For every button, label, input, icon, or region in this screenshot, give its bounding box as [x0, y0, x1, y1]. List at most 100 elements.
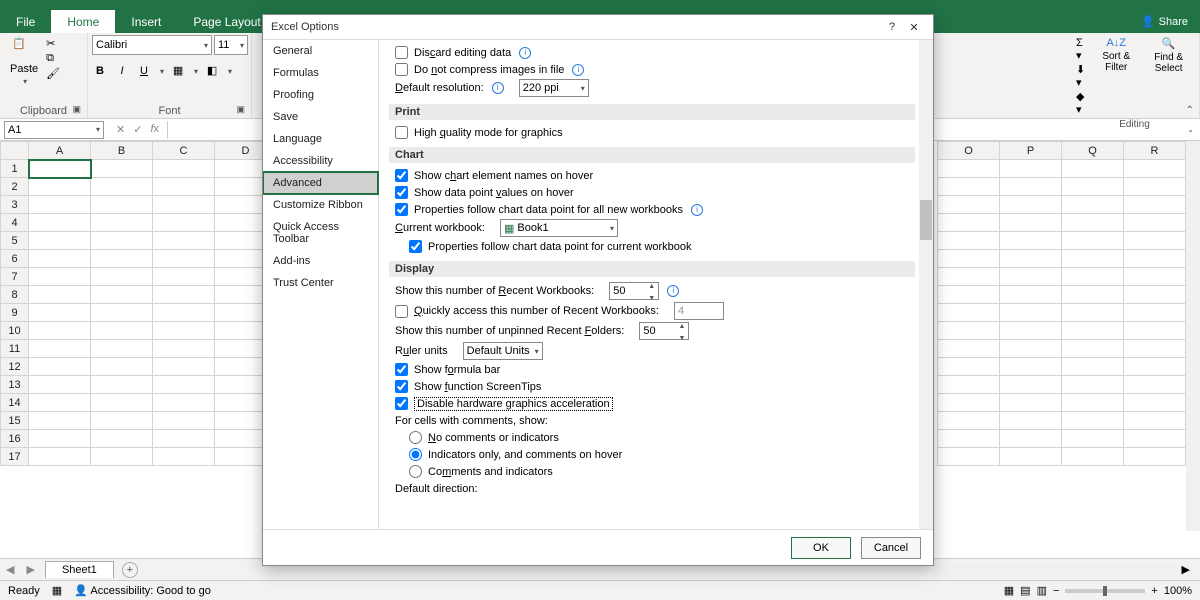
col-header[interactable]: O: [938, 142, 1000, 160]
cancel-button[interactable]: Cancel: [861, 537, 921, 559]
col-header[interactable]: P: [1000, 142, 1062, 160]
ok-button[interactable]: OK: [791, 537, 851, 559]
comments-indicators-radio[interactable]: [409, 448, 422, 461]
close-button[interactable]: ✕: [903, 21, 925, 34]
options-nav-general[interactable]: General: [263, 40, 378, 62]
options-nav-trust-center[interactable]: Trust Center: [263, 272, 378, 294]
name-box[interactable]: A1▾: [4, 121, 104, 139]
font-name-combo[interactable]: Calibri▾: [92, 35, 212, 55]
comments-none-radio[interactable]: [409, 431, 422, 444]
recent-workbooks-spinner[interactable]: 50▲▼: [609, 282, 659, 300]
ruler-units-select[interactable]: Default Units▾: [463, 342, 543, 360]
chart-props-all-checkbox[interactable]: [395, 203, 408, 216]
fill-color-button[interactable]: ◧: [204, 63, 220, 79]
options-nav-formulas[interactable]: Formulas: [263, 62, 378, 84]
chart-hover-checkbox[interactable]: [395, 169, 408, 182]
underline-button[interactable]: U: [136, 63, 152, 79]
collapse-ribbon-icon[interactable]: ⌃: [1186, 105, 1194, 116]
options-nav-quick-access-toolbar[interactable]: Quick Access Toolbar: [263, 216, 378, 250]
font-size-combo[interactable]: 11▾: [214, 35, 248, 55]
tab-file[interactable]: File: [0, 10, 51, 33]
options-nav-proofing[interactable]: Proofing: [263, 84, 378, 106]
dialog-scrollbar[interactable]: [919, 40, 933, 529]
sheet-nav-next[interactable]: ▶: [20, 563, 40, 576]
current-workbook-select[interactable]: ▦ Book1▾: [500, 219, 618, 237]
col-header[interactable]: R: [1124, 142, 1186, 160]
autosum-icon[interactable]: Σ ▾: [1076, 37, 1088, 62]
search-icon: 🔍: [1162, 37, 1176, 50]
info-icon[interactable]: i: [572, 64, 584, 76]
options-nav-customize-ribbon[interactable]: Customize Ribbon: [263, 194, 378, 216]
cell[interactable]: [29, 160, 91, 178]
share-button[interactable]: 👤 Share: [1129, 10, 1200, 33]
view-normal-icon[interactable]: ▦: [1004, 584, 1014, 597]
cancel-formula-icon[interactable]: ✕: [116, 123, 125, 136]
enter-formula-icon[interactable]: ✓: [133, 123, 142, 136]
zoom-slider[interactable]: [1065, 589, 1145, 593]
find-select-button[interactable]: 🔍 Find & Select: [1142, 35, 1195, 76]
tab-home[interactable]: Home: [51, 10, 115, 33]
row-header[interactable]: 1: [1, 160, 29, 178]
options-nav-language[interactable]: Language: [263, 128, 378, 150]
format-painter-icon[interactable]: 🖌: [46, 67, 60, 81]
zoom-out-button[interactable]: −: [1053, 585, 1059, 597]
view-pagelayout-icon[interactable]: ▤: [1020, 584, 1030, 597]
col-header[interactable]: C: [153, 142, 215, 160]
border-button[interactable]: ▦: [170, 63, 186, 79]
clear-icon[interactable]: ◆ ▾: [1076, 90, 1088, 116]
comments-both-radio[interactable]: [409, 465, 422, 478]
horizontal-scrollbar[interactable]: ▶: [932, 563, 1192, 577]
quick-recent-checkbox[interactable]: [395, 305, 408, 318]
screentips-checkbox[interactable]: [395, 380, 408, 393]
sheet-tab[interactable]: Sheet1: [45, 561, 114, 578]
current-workbook-label: Current workbook:: [395, 222, 485, 234]
chart-values-checkbox[interactable]: [395, 186, 408, 199]
help-button[interactable]: ?: [881, 21, 903, 33]
zoom-in-button[interactable]: +: [1151, 585, 1157, 597]
bold-button[interactable]: B: [92, 63, 108, 79]
options-nav-accessibility[interactable]: Accessibility: [263, 150, 378, 172]
view-pagebreak-icon[interactable]: ▥: [1037, 584, 1047, 597]
chart-props-current-checkbox[interactable]: [409, 240, 422, 253]
fill-icon[interactable]: ⬇ ▾: [1076, 63, 1088, 89]
section-display: Display: [389, 261, 915, 277]
select-all[interactable]: [1, 142, 29, 160]
info-icon[interactable]: i: [691, 204, 703, 216]
high-quality-print-checkbox[interactable]: [395, 126, 408, 139]
screentips-label: Show function ScreenTips: [414, 381, 541, 393]
italic-button[interactable]: I: [114, 63, 130, 79]
col-header[interactable]: A: [29, 142, 91, 160]
launcher-icon[interactable]: ▣: [72, 104, 81, 115]
clipboard-group-label: Clipboard: [20, 105, 67, 117]
options-nav-advanced[interactable]: Advanced: [263, 172, 378, 194]
default-resolution-select[interactable]: 220 ppi▾: [519, 79, 589, 97]
options-nav-save[interactable]: Save: [263, 106, 378, 128]
paste-button[interactable]: 📋 Paste ▾: [4, 35, 44, 88]
options-nav-add-ins[interactable]: Add-ins: [263, 250, 378, 272]
info-icon[interactable]: i: [667, 285, 679, 297]
col-header[interactable]: Q: [1062, 142, 1124, 160]
discard-editing-data-checkbox[interactable]: [395, 46, 408, 59]
quick-recent-spinner[interactable]: 4: [674, 302, 724, 320]
disable-hw-accel-checkbox[interactable]: [395, 397, 408, 410]
vertical-scrollbar[interactable]: [1186, 141, 1200, 531]
col-header[interactable]: B: [91, 142, 153, 160]
formula-bar-checkbox[interactable]: [395, 363, 408, 376]
sheet-nav-prev[interactable]: ◀: [0, 563, 20, 576]
info-icon[interactable]: i: [519, 47, 531, 59]
sort-filter-button[interactable]: A↓Z Sort & Filter: [1092, 35, 1140, 75]
paste-icon: 📋: [12, 37, 36, 61]
copy-icon[interactable]: ⧉: [46, 52, 60, 66]
zoom-value: 100%: [1164, 585, 1192, 597]
fx-icon[interactable]: fx: [150, 123, 159, 136]
recent-folders-spinner[interactable]: 50▲▼: [639, 322, 689, 340]
info-icon[interactable]: i: [492, 82, 504, 94]
accessibility-status[interactable]: 👤 Accessibility: Good to go: [74, 584, 211, 597]
cut-icon[interactable]: ✂: [46, 37, 60, 51]
no-compress-checkbox[interactable]: [395, 63, 408, 76]
add-sheet-button[interactable]: +: [122, 562, 138, 578]
chart-values-label: Show data point values on hover: [414, 187, 574, 199]
macro-icon[interactable]: ▦: [52, 584, 62, 597]
launcher-icon[interactable]: ▣: [236, 104, 245, 115]
tab-insert[interactable]: Insert: [115, 10, 177, 33]
